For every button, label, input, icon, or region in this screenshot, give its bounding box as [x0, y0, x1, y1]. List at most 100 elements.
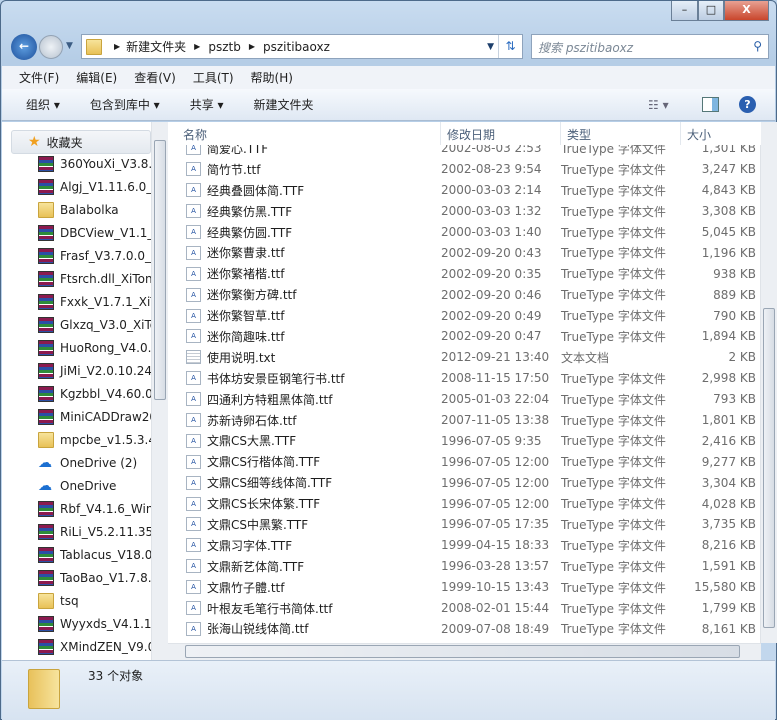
font-file-icon: A [186, 517, 201, 532]
sidebar-item[interactable]: Glxzq_V3.0_XiTo [38, 314, 151, 336]
column-type[interactable]: 类型 [561, 122, 681, 145]
file-name: 迷你繁褚楷.ttf [207, 267, 285, 282]
sidebar-item[interactable]: TaoBao_V1.7.8. [38, 567, 151, 589]
address-bar[interactable]: ▶ 新建文件夹 ▶ psztb ▶ pszitibaoxz ▼ ⇅ [81, 34, 523, 59]
preview-pane-icon[interactable] [702, 97, 719, 112]
sidebar-item[interactable]: 360YouXi_V3.8.7 [38, 153, 151, 175]
sidebar-scroll-thumb[interactable] [154, 140, 166, 400]
file-list-scrollbar[interactable] [760, 122, 777, 643]
sidebar-item[interactable]: Tablacus_V18.0 [38, 544, 151, 566]
breadcrumb-item[interactable]: 新建文件夹 [126, 38, 186, 55]
sidebar-item[interactable]: HuoRong_V4.0. [38, 337, 151, 359]
minimize-button[interactable]: – [671, 1, 698, 21]
file-row[interactable]: A 叶根友毛笔行书简体.ttf 2008-02-01 15:44 TrueType 字… [168, 598, 761, 619]
new-folder-button[interactable]: 新建文件夹 [254, 96, 314, 113]
file-row[interactable]: A 苏新诗卵石体.ttf 2007-11-05 13:38 TrueType 字体文件… [168, 410, 761, 431]
file-row[interactable]: A 文鼎CS大黑.TTF 1996-07-05 9:35 TrueType 字体文件 2… [168, 430, 761, 451]
breadcrumb-item[interactable]: pszitibaoxz [263, 40, 330, 54]
view-options-icon[interactable]: ☷ ▾ [648, 98, 669, 112]
sidebar-item[interactable]: RiLi_V5.2.11.354 [38, 521, 151, 543]
font-file-icon: A [186, 559, 201, 574]
column-date[interactable]: 修改日期 [441, 122, 561, 145]
sidebar-item[interactable]: ☁ OneDrive [38, 475, 116, 497]
menu-bar: 文件(F) 编辑(E) 查看(V) 工具(T) 帮助(H) [2, 66, 775, 89]
column-size[interactable]: 大小 [681, 122, 761, 145]
file-row[interactable]: A 四通利方特粗黑体简.ttf 2005-01-03 22:04 TrueType 字… [168, 389, 761, 410]
breadcrumb-item[interactable]: psztb [208, 40, 241, 54]
sidebar-item-label: Rbf_V4.1.6_Win8 [60, 502, 151, 516]
refresh-icon[interactable]: ⇅ [498, 35, 522, 58]
file-row[interactable]: A 文鼎习字体.TTF 1999-04-15 18:33 TrueType 字体文件 8… [168, 535, 761, 556]
file-row[interactable]: 使用说明.txt 2012-09-21 13:40 文本文档 2 KB [168, 347, 761, 368]
share-button[interactable]: 共享 ▾ [190, 96, 224, 113]
sidebar-item[interactable]: Fxxk_V1.7.1_XiT [38, 291, 151, 313]
forward-button[interactable] [39, 35, 63, 59]
file-row[interactable]: A 经典繁仿黑.TTF 2000-03-03 1:32 TrueType 字体文件 3,… [168, 201, 761, 222]
sidebar-scrollbar[interactable] [151, 122, 168, 660]
file-row[interactable]: A 经典叠圆体简.TTF 2000-03-03 2:14 TrueType 字体文件 4… [168, 180, 761, 201]
file-date: 2002-09-20 0:35 [441, 266, 542, 281]
search-input[interactable]: 搜索 pszitibaoxz ⚲ [531, 34, 769, 59]
file-size: 938 KB [713, 266, 756, 281]
file-row[interactable]: A 迷你繁褚楷.ttf 2002-09-20 0:35 TrueType 字体文件 93… [168, 263, 761, 284]
file-row[interactable]: A 文鼎新艺体简.TTF 1996-03-28 13:57 TrueType 字体文件… [168, 556, 761, 577]
horizontal-scroll-thumb[interactable] [185, 645, 740, 658]
menu-tools[interactable]: 工具(T) [176, 69, 242, 86]
file-row[interactable]: A 经典繁仿圆.TTF 2000-03-03 1:40 TrueType 字体文件 5,… [168, 222, 761, 243]
file-type: TrueType 字体文件 [561, 225, 666, 240]
include-in-library-button[interactable]: 包含到库中 ▾ [90, 96, 160, 113]
file-row[interactable]: A 书体坊安景臣钢笔行书.ttf 2008-11-15 17:50 TrueType … [168, 368, 761, 389]
file-row[interactable]: A 张海山锐线体简.ttf 2009-07-08 18:49 TrueType 字体文… [168, 618, 761, 639]
menu-file[interactable]: 文件(F) [2, 69, 67, 86]
recent-pages-dropdown[interactable]: ▼ [66, 41, 73, 51]
sidebar-item[interactable]: Kgzbbl_V4.60.0 [38, 383, 151, 405]
search-placeholder: 搜索 pszitibaoxz [538, 41, 634, 55]
sidebar-item[interactable]: Frasf_V3.7.0.0_X [38, 245, 151, 267]
file-list-scroll-thumb[interactable] [763, 308, 775, 628]
sidebar-item[interactable]: tsq [38, 590, 79, 612]
file-row[interactable]: A 文鼎竹子體.ttf 1999-10-15 13:43 TrueType 字体文件 1… [168, 577, 761, 598]
file-row[interactable]: A 迷你繁衡方碑.ttf 2002-09-20 0:46 TrueType 字体文件 8… [168, 284, 761, 305]
sidebar-item[interactable]: Algj_V1.11.6.0_X [38, 176, 151, 198]
horizontal-scrollbar[interactable] [168, 643, 761, 660]
sidebar-item[interactable]: JiMi_V2.0.10.24_ [38, 360, 151, 382]
file-row[interactable]: A 迷你简趣味.ttf 2002-09-20 0:47 TrueType 字体文件 1,… [168, 326, 761, 347]
menu-view[interactable]: 查看(V) [117, 69, 184, 86]
font-file-icon: A [186, 392, 201, 407]
archive-icon [38, 547, 54, 563]
sidebar-item[interactable]: Rbf_V4.1.6_Win8 [38, 498, 151, 520]
sidebar-item[interactable]: Balabolka [38, 199, 119, 221]
file-row[interactable]: A 迷你繁智草.ttf 2002-09-20 0:49 TrueType 字体文件 79… [168, 305, 761, 326]
folder-icon [38, 432, 54, 448]
menu-help[interactable]: 帮助(H) [234, 69, 301, 86]
file-date: 1996-07-05 9:35 [441, 433, 542, 448]
archive-icon [38, 317, 54, 333]
file-row[interactable]: A 文鼎CS长宋体繁.TTF 1996-07-05 12:00 TrueType 字体… [168, 493, 761, 514]
archive-icon [38, 156, 54, 172]
file-row[interactable]: A 迷你繁曹隶.ttf 2002-09-20 0:43 TrueType 字体文件 1,… [168, 242, 761, 263]
column-headers: 名称 修改日期 类型 大小 [168, 122, 761, 145]
file-size: 1,591 KB [701, 559, 756, 574]
file-row[interactable]: A 文鼎CS中黑繁.TTF 1996-07-05 17:35 TrueType 字体文… [168, 514, 761, 535]
sidebar-item[interactable]: Ftsrch.dll_XiTon [38, 268, 151, 290]
file-row[interactable]: A 文鼎CS细等线体简.TTF 1996-07-05 12:00 TrueType 字… [168, 472, 761, 493]
favorites-header[interactable]: ★ 收藏夹 [11, 130, 151, 154]
maximize-button[interactable]: □ [698, 1, 724, 21]
sidebar-item[interactable]: DBCView_V1.1_X [38, 222, 151, 244]
sidebar-item[interactable]: MiniCADDraw20 [38, 406, 151, 428]
organize-button[interactable]: 组织 ▾ [26, 96, 60, 113]
help-icon[interactable]: ? [739, 96, 756, 113]
menu-edit[interactable]: 编辑(E) [59, 69, 125, 86]
back-button[interactable]: ← [11, 34, 37, 60]
file-date: 2005-01-03 22:04 [441, 392, 550, 407]
sidebar-item[interactable]: ☁ OneDrive (2) [38, 452, 137, 474]
address-dropdown-icon[interactable]: ▼ [487, 42, 494, 52]
column-name[interactable]: 名称 [168, 122, 441, 145]
sidebar-item[interactable]: XMindZEN_V9.0 [38, 636, 151, 658]
file-row[interactable]: A 文鼎CS行楷体简.TTF 1996-07-05 12:00 TrueType 字体… [168, 451, 761, 472]
close-button[interactable]: X [724, 1, 769, 21]
file-row[interactable]: A 简竹节.ttf 2002-08-23 9:54 TrueType 字体文件 3,24… [168, 159, 761, 180]
search-icon[interactable]: ⚲ [753, 39, 762, 53]
sidebar-item[interactable]: Wyyxds_V4.1.1. [38, 613, 151, 635]
sidebar-item[interactable]: mpcbe_v1.5.3.4 [38, 429, 151, 451]
